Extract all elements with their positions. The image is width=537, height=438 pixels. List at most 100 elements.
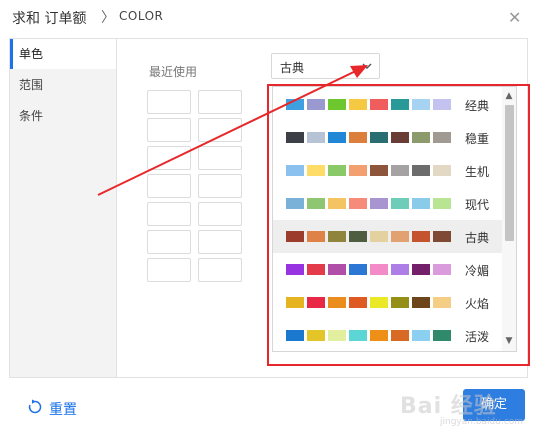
palette-swatch — [433, 99, 451, 110]
palette-swatch — [349, 330, 367, 341]
palette-swatch — [391, 231, 409, 242]
palette-swatch — [286, 264, 304, 275]
palette-swatch — [370, 330, 388, 341]
palette-swatch — [286, 99, 304, 110]
recent-color-cell[interactable] — [198, 258, 242, 282]
palette-swatch — [349, 231, 367, 242]
recent-color-cell[interactable] — [147, 118, 191, 142]
palette-swatch — [391, 264, 409, 275]
palette-swatch — [286, 198, 304, 209]
palette-theme-select[interactable]: 古典 — [271, 53, 380, 79]
palette-swatch — [391, 99, 409, 110]
palette-name: 稳重 — [465, 132, 490, 146]
palette-swatch — [433, 231, 451, 242]
palette-row[interactable]: 火焰 — [273, 286, 503, 319]
palette-name: 古典 — [465, 231, 490, 245]
palette-swatch — [307, 231, 325, 242]
recent-color-cell[interactable] — [147, 146, 191, 170]
palette-swatch — [370, 99, 388, 110]
palette-swatch — [349, 264, 367, 275]
palette-swatch — [328, 99, 346, 110]
palette-swatch — [349, 297, 367, 308]
palette-row[interactable]: 现代 — [273, 187, 503, 220]
palette-swatch — [328, 198, 346, 209]
palette-row[interactable]: 古典 — [273, 220, 503, 253]
palette-swatch — [286, 330, 304, 341]
palette-swatch — [412, 99, 430, 110]
watermark-url: jingyan.baidu.com — [440, 417, 524, 427]
recent-color-cell[interactable] — [198, 146, 242, 170]
palette-swatch — [433, 330, 451, 341]
palette-row[interactable]: 经典 — [273, 88, 503, 121]
palette-row[interactable]: 冷媚 — [273, 253, 503, 286]
palette-name: 冷媚 — [465, 264, 490, 278]
palette-swatch — [391, 198, 409, 209]
palette-swatch — [328, 132, 346, 143]
palette-swatch — [286, 297, 304, 308]
palette-swatch — [370, 165, 388, 176]
recent-color-cell[interactable] — [198, 202, 242, 226]
recent-color-cell[interactable] — [198, 230, 242, 254]
recent-color-cell[interactable] — [147, 174, 191, 198]
refresh-icon — [28, 399, 42, 414]
palette-dropdown: 经典稳重生机 现代古典冷媚火焰活泼 ▲ ▼ — [272, 86, 517, 352]
palette-swatch — [433, 132, 451, 143]
palette-name: 经典 — [465, 99, 490, 113]
palette-swatch — [307, 330, 325, 341]
palette-name: 活泼 — [465, 330, 490, 344]
dialog-titlebar: 求和 订单额 〉 COLOR ✕ — [0, 0, 537, 36]
recent-color-cell[interactable] — [147, 90, 191, 114]
palette-swatch — [307, 297, 325, 308]
palette-swatch — [412, 330, 430, 341]
palette-swatch — [391, 132, 409, 143]
watermark-logo: Bai 经验 — [400, 394, 497, 419]
palette-swatch — [286, 132, 304, 143]
close-icon[interactable]: ✕ — [508, 8, 521, 27]
recent-color-cell[interactable] — [198, 118, 242, 142]
palette-swatch — [391, 297, 409, 308]
chevron-down-icon — [362, 63, 372, 70]
reset-label: 重置 — [49, 402, 77, 418]
palette-row[interactable]: 生机 — [273, 154, 503, 187]
palette-swatch — [370, 198, 388, 209]
palette-swatch — [370, 264, 388, 275]
palette-swatch — [370, 231, 388, 242]
palette-row[interactable]: 稳重 — [273, 121, 503, 154]
recent-color-cell[interactable] — [198, 174, 242, 198]
palette-swatch — [412, 231, 430, 242]
palette-swatch — [433, 198, 451, 209]
palette-swatch — [286, 231, 304, 242]
palette-row[interactable]: 活泼 — [273, 319, 503, 351]
mode-sidebar: 单色 范围 条件 — [9, 38, 117, 378]
palette-swatch — [307, 264, 325, 275]
palette-swatch — [433, 165, 451, 176]
palette-swatch — [370, 297, 388, 308]
palette-swatch — [349, 198, 367, 209]
dialog-subtitle: COLOR — [119, 9, 164, 23]
chevron-down-icon[interactable]: ▼ — [502, 334, 516, 348]
recent-color-cell[interactable] — [147, 258, 191, 282]
palette-swatch — [328, 264, 346, 275]
palette-swatch — [412, 198, 430, 209]
palette-swatch — [412, 297, 430, 308]
palette-swatch — [307, 198, 325, 209]
palette-swatch — [349, 99, 367, 110]
dropdown-scrollbar-thumb[interactable] — [505, 105, 514, 241]
recent-color-cell[interactable] — [198, 90, 242, 114]
palette-swatch — [286, 165, 304, 176]
sidebar-item-range[interactable]: 范围 — [10, 70, 116, 100]
breadcrumb-separator: 〉 — [101, 10, 115, 26]
palette-name: 火焰 — [465, 297, 490, 311]
recent-color-cell[interactable] — [147, 230, 191, 254]
palette-swatch — [391, 330, 409, 341]
chevron-up-icon[interactable]: ▲ — [502, 89, 516, 103]
palette-swatch — [391, 165, 409, 176]
palette-swatch — [307, 99, 325, 110]
palette-swatch — [349, 132, 367, 143]
sidebar-item-single-color[interactable]: 单色 — [10, 39, 116, 69]
sidebar-item-condition[interactable]: 条件 — [10, 101, 116, 131]
recent-color-cell[interactable] — [147, 202, 191, 226]
palette-swatch — [328, 297, 346, 308]
palette-swatch — [412, 264, 430, 275]
palette-swatch — [433, 264, 451, 275]
